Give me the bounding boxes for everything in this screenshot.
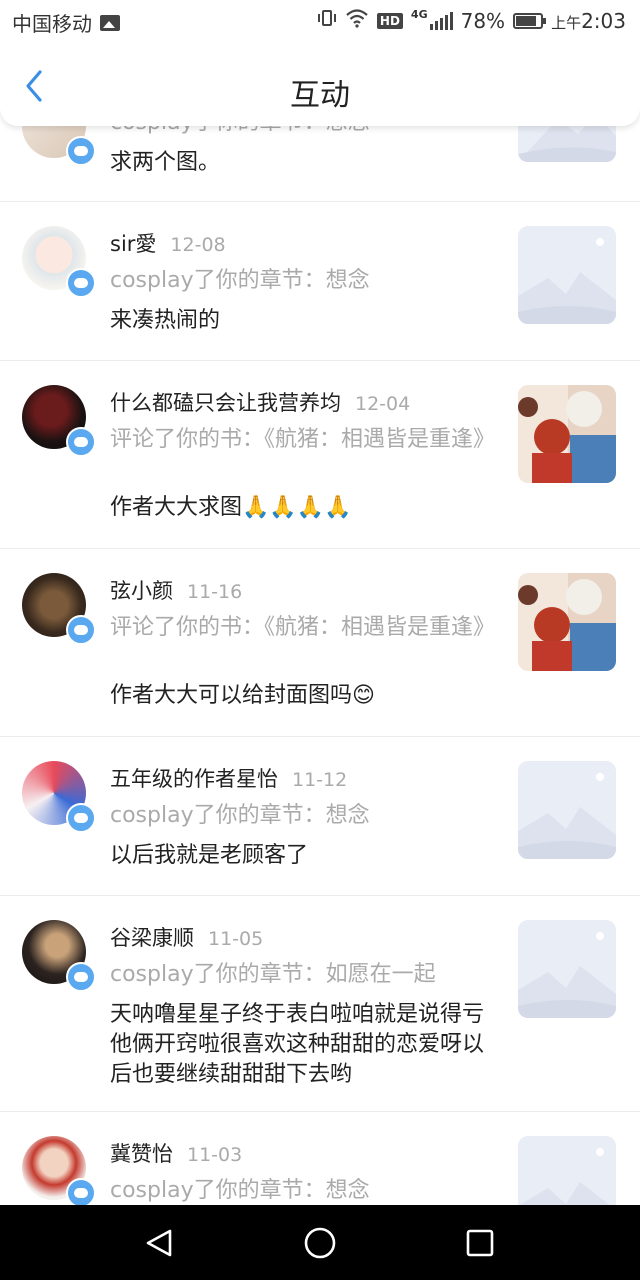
comment-badge-icon [66, 1178, 96, 1205]
comment-text: 天呐噜星星子终于表白啦咱就是说得亏他俩开窍啦很喜欢这种甜甜的恋爱呀以后也要继续甜… [110, 1002, 485, 1087]
username-row: sir愛 12-08 [110, 228, 226, 258]
action-text: 评论了你的书：《航猪：相遇皆是重逢》 [110, 427, 496, 452]
nav-back-button[interactable] [140, 1223, 180, 1263]
comment-badge-icon [66, 962, 96, 992]
list-item[interactable]: 五年级的作者星怡 11-12 cosplay了你的章节：想念 以后我就是老顾客了 [0, 737, 640, 896]
thumbnail-placeholder[interactable] [518, 1136, 616, 1205]
username-row: 弦小颜 11-16 [110, 575, 242, 605]
image-notification-icon [100, 14, 120, 31]
square-recent-icon [466, 1229, 494, 1257]
hd-badge: HD [376, 12, 403, 29]
vibrate-icon [317, 8, 337, 33]
system-nav-bar [0, 1205, 640, 1280]
date: 12-04 [355, 393, 411, 415]
circle-home-icon [304, 1227, 336, 1259]
avatar[interactable] [22, 385, 96, 457]
clock: 2:03 [581, 8, 626, 33]
comment-badge-icon [66, 268, 96, 298]
list-item[interactable]: 什么都磕只会让我营养均 12-04 评论了你的书：《航猪：相遇皆是重逢》 作者大大… [0, 361, 640, 549]
action-text: 评论了你的书：《航猪：相遇皆是重逢》 [110, 615, 496, 640]
interaction-list: cosplay了你的章节：想念 求两个图。 sir愛 12-08 cosplay了… [0, 0, 640, 1205]
avatar[interactable] [22, 226, 96, 298]
battery-icon [513, 12, 547, 29]
page-title: 互动 [290, 78, 350, 113]
avatar[interactable] [22, 761, 96, 833]
comment-badge-icon [66, 136, 96, 166]
action-text: cosplay了你的章节：想念 [110, 803, 370, 828]
username-row: 谷梁康顺 11-05 [110, 922, 263, 952]
ampm: 上午 [551, 13, 582, 32]
action-text: cosplay了你的章节：如愿在一起 [110, 962, 436, 987]
username-row: 冀赞怡 11-03 [110, 1138, 242, 1168]
wifi-icon [345, 8, 369, 33]
network-type: 4G [410, 8, 428, 21]
list-item[interactable]: 冀赞怡 11-03 cosplay了你的章节：想念 [0, 1112, 640, 1205]
comment-text: 求两个图。 [110, 150, 221, 175]
comment-text: 作者大大可以给封面图吗😊 [110, 683, 375, 708]
app-header: 互动 [0, 44, 640, 126]
signal-icon [429, 11, 453, 30]
comment-text: 作者大大求图🙏🙏🙏🙏 [110, 495, 352, 520]
list-item[interactable]: 谷梁康顺 11-05 cosplay了你的章节：如愿在一起 天呐噜星星子终于表白啦… [0, 896, 640, 1112]
date: 12-08 [170, 234, 226, 256]
thumbnail-placeholder[interactable] [518, 761, 616, 859]
username-row: 五年级的作者星怡 11-12 [110, 763, 347, 793]
thumbnail-placeholder[interactable] [518, 226, 616, 324]
comment-badge-icon [66, 615, 96, 645]
list-item[interactable]: 弦小颜 11-16 评论了你的书：《航猪：相遇皆是重逢》 作者大大可以给封面图吗😊 [0, 549, 640, 737]
status-bar: 中国移动 HD 4G 78% 上午2:03 [0, 0, 640, 44]
nav-home-button[interactable] [300, 1223, 340, 1263]
avatar[interactable] [22, 920, 96, 992]
nav-recent-button[interactable] [460, 1223, 500, 1263]
username[interactable]: sir愛 [110, 232, 156, 256]
action-text: cosplay了你的章节：想念 [110, 268, 370, 293]
carrier: 中国移动 [12, 12, 92, 36]
date: 11-03 [187, 1144, 243, 1166]
date: 11-16 [187, 581, 243, 603]
avatar[interactable] [22, 1136, 96, 1205]
username-row: 什么都磕只会让我营养均 12-04 [110, 387, 410, 417]
username[interactable]: 冀赞怡 [110, 1142, 173, 1166]
book-cover[interactable] [518, 573, 616, 671]
comment-badge-icon [66, 427, 96, 457]
book-cover[interactable] [518, 385, 616, 483]
username[interactable]: 谷梁康顺 [110, 926, 194, 950]
thumbnail-placeholder[interactable] [518, 920, 616, 1018]
username[interactable]: 五年级的作者星怡 [110, 767, 278, 791]
avatar[interactable] [22, 573, 96, 645]
date: 11-12 [292, 769, 348, 791]
action-text: cosplay了你的章节：想念 [110, 1178, 370, 1203]
comment-text: 以后我就是老顾客了 [110, 843, 309, 868]
comment-text: 来凑热闹的 [110, 308, 221, 333]
date: 11-05 [208, 928, 264, 950]
triangle-back-icon [146, 1229, 172, 1257]
username[interactable]: 弦小颜 [110, 579, 173, 603]
battery-percent: 78% [460, 8, 506, 33]
username[interactable]: 什么都磕只会让我营养均 [110, 391, 341, 415]
comment-badge-icon [66, 803, 96, 833]
list-item[interactable]: sir愛 12-08 cosplay了你的章节：想念 来凑热闹的 [0, 202, 640, 361]
